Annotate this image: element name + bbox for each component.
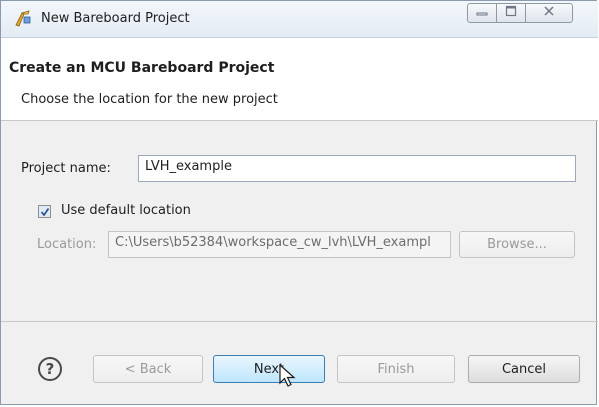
cancel-button[interactable]: Cancel bbox=[468, 355, 580, 383]
close-button[interactable] bbox=[525, 3, 573, 23]
footer-divider bbox=[1, 321, 598, 322]
back-button[interactable]: < Back bbox=[93, 355, 203, 383]
close-icon bbox=[543, 5, 555, 21]
finish-button[interactable]: Finish bbox=[337, 355, 455, 383]
title-bar[interactable]: New Bareboard Project bbox=[1, 1, 598, 38]
wizard-header: Create an MCU Bareboard Project Choose t… bbox=[1, 38, 598, 121]
mouse-pointer-icon bbox=[278, 363, 300, 389]
wizard-subtitle: Choose the location for the new project bbox=[21, 92, 278, 107]
maximize-icon bbox=[505, 5, 517, 21]
project-name-input[interactable]: LVH_example bbox=[138, 155, 576, 182]
dialog-window: New Bareboard Project Create an MCU Bare… bbox=[0, 0, 598, 405]
browse-button[interactable]: Browse... bbox=[459, 231, 575, 258]
use-default-location-checkbox[interactable] bbox=[38, 205, 51, 218]
location-label: Location: bbox=[37, 237, 97, 252]
use-default-location-label: Use default location bbox=[61, 203, 191, 218]
minimize-icon bbox=[476, 6, 488, 21]
project-name-label: Project name: bbox=[21, 161, 111, 176]
window-title: New Bareboard Project bbox=[41, 11, 190, 26]
checkmark-icon bbox=[40, 207, 49, 216]
help-icon[interactable]: ? bbox=[38, 357, 62, 381]
bareboard-project-icon bbox=[13, 9, 33, 29]
maximize-button[interactable] bbox=[496, 3, 526, 23]
wizard-title: Create an MCU Bareboard Project bbox=[9, 60, 275, 76]
next-button[interactable]: Next bbox=[213, 355, 325, 383]
minimize-button[interactable] bbox=[467, 3, 497, 23]
location-input[interactable]: C:\Users\b52384\workspace_cw_lvh\LVH_exa… bbox=[108, 231, 451, 258]
